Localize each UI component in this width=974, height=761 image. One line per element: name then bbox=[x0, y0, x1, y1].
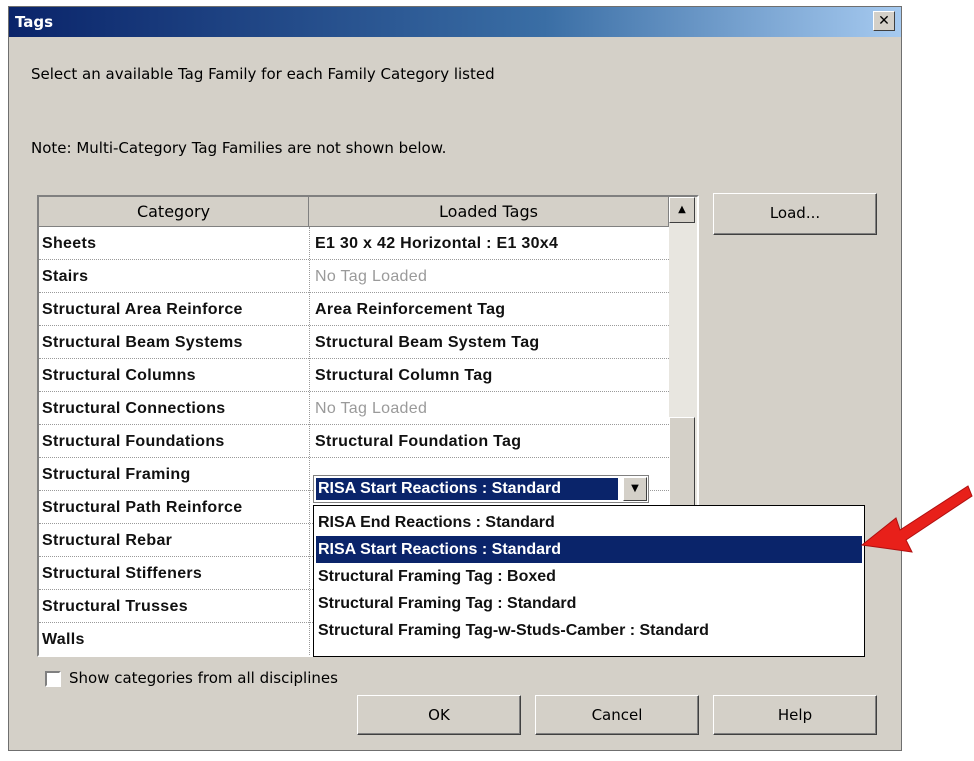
category-cell: Structural Columns bbox=[42, 367, 196, 384]
tag-dropdown-list[interactable]: RISA End Reactions : Standard RISA Start… bbox=[313, 505, 865, 657]
show-all-disciplines-label[interactable]: Show categories from all disciplines bbox=[69, 669, 338, 687]
column-header-category[interactable]: Category bbox=[39, 197, 309, 227]
dropdown-option[interactable]: Structural Framing Tag-w-Studs-Camber : … bbox=[316, 617, 862, 644]
category-cell: Structural Connections bbox=[42, 400, 226, 417]
category-cell: Structural Beam Systems bbox=[42, 334, 243, 351]
dropdown-option[interactable]: Structural Framing Tag : Standard bbox=[316, 590, 862, 617]
category-cell: Structural Stiffeners bbox=[42, 565, 203, 582]
ok-button[interactable]: OK bbox=[357, 695, 521, 735]
load-button[interactable]: Load... bbox=[713, 193, 877, 235]
note-text: Note: Multi-Category Tag Families are no… bbox=[31, 139, 447, 157]
tag-cell[interactable]: No Tag Loaded bbox=[315, 260, 665, 293]
cancel-button[interactable]: Cancel bbox=[535, 695, 699, 735]
help-button[interactable]: Help bbox=[713, 695, 877, 735]
category-cell: Stairs bbox=[42, 268, 89, 285]
loaded-tag-combobox[interactable]: RISA Start Reactions : Standard ▼ bbox=[313, 475, 649, 503]
table-row[interactable]: Structural Columns Structural Column Tag bbox=[39, 359, 669, 392]
category-cell: Sheets bbox=[42, 235, 97, 252]
category-cell: Structural Framing bbox=[42, 466, 191, 483]
table-row[interactable]: Structural Beam Systems Structural Beam … bbox=[39, 326, 669, 359]
tag-cell[interactable]: Structural Column Tag bbox=[315, 359, 665, 392]
category-cell: Structural Rebar bbox=[42, 532, 173, 549]
combobox-value: RISA Start Reactions : Standard bbox=[316, 478, 618, 500]
combobox-dropdown-button[interactable]: ▼ bbox=[623, 477, 647, 501]
category-cell: Walls bbox=[42, 631, 85, 648]
table-row[interactable]: Structural Foundations Structural Founda… bbox=[39, 425, 669, 458]
dropdown-option[interactable]: Structural Framing Tag : Boxed bbox=[316, 563, 862, 590]
close-icon: ✕ bbox=[878, 13, 890, 29]
dropdown-option[interactable]: RISA End Reactions : Standard bbox=[316, 509, 862, 536]
table-row[interactable]: Sheets E1 30 x 42 Horizontal : E1 30x4 bbox=[39, 227, 669, 260]
table-row[interactable]: Stairs No Tag Loaded bbox=[39, 260, 669, 293]
close-button[interactable]: ✕ bbox=[873, 11, 895, 31]
table-row[interactable]: Structural Area Reinforce Area Reinforce… bbox=[39, 293, 669, 326]
show-all-disciplines-checkbox[interactable] bbox=[45, 671, 61, 687]
category-cell: Structural Path Reinforce bbox=[42, 499, 243, 516]
scroll-up-icon: ▲ bbox=[678, 204, 686, 215]
column-header-loaded-tags[interactable]: Loaded Tags bbox=[309, 197, 669, 227]
dropdown-option-selected[interactable]: RISA Start Reactions : Standard bbox=[316, 536, 862, 563]
tag-cell[interactable]: Structural Beam System Tag bbox=[315, 326, 665, 359]
table-row[interactable]: Structural Connections No Tag Loaded bbox=[39, 392, 669, 425]
tag-cell[interactable]: Structural Foundation Tag bbox=[315, 425, 665, 458]
red-arrow-annotation bbox=[860, 485, 973, 553]
chevron-down-icon: ▼ bbox=[631, 483, 639, 494]
tags-dialog: Tags ✕ Select an available Tag Family fo… bbox=[8, 6, 902, 751]
category-cell: Structural Foundations bbox=[42, 433, 225, 450]
dialog-title: Tags bbox=[15, 13, 54, 31]
category-cell: Structural Trusses bbox=[42, 598, 188, 615]
instructions-text: Select an available Tag Family for each … bbox=[31, 65, 495, 83]
category-cell: Structural Area Reinforce bbox=[42, 301, 243, 318]
tag-cell[interactable]: Area Reinforcement Tag bbox=[315, 293, 665, 326]
scroll-up-button[interactable]: ▲ bbox=[669, 197, 695, 223]
tag-cell[interactable]: No Tag Loaded bbox=[315, 392, 665, 425]
title-bar[interactable]: Tags ✕ bbox=[9, 7, 901, 37]
tag-cell[interactable]: E1 30 x 42 Horizontal : E1 30x4 bbox=[315, 227, 665, 260]
arrow-icon bbox=[860, 485, 973, 553]
